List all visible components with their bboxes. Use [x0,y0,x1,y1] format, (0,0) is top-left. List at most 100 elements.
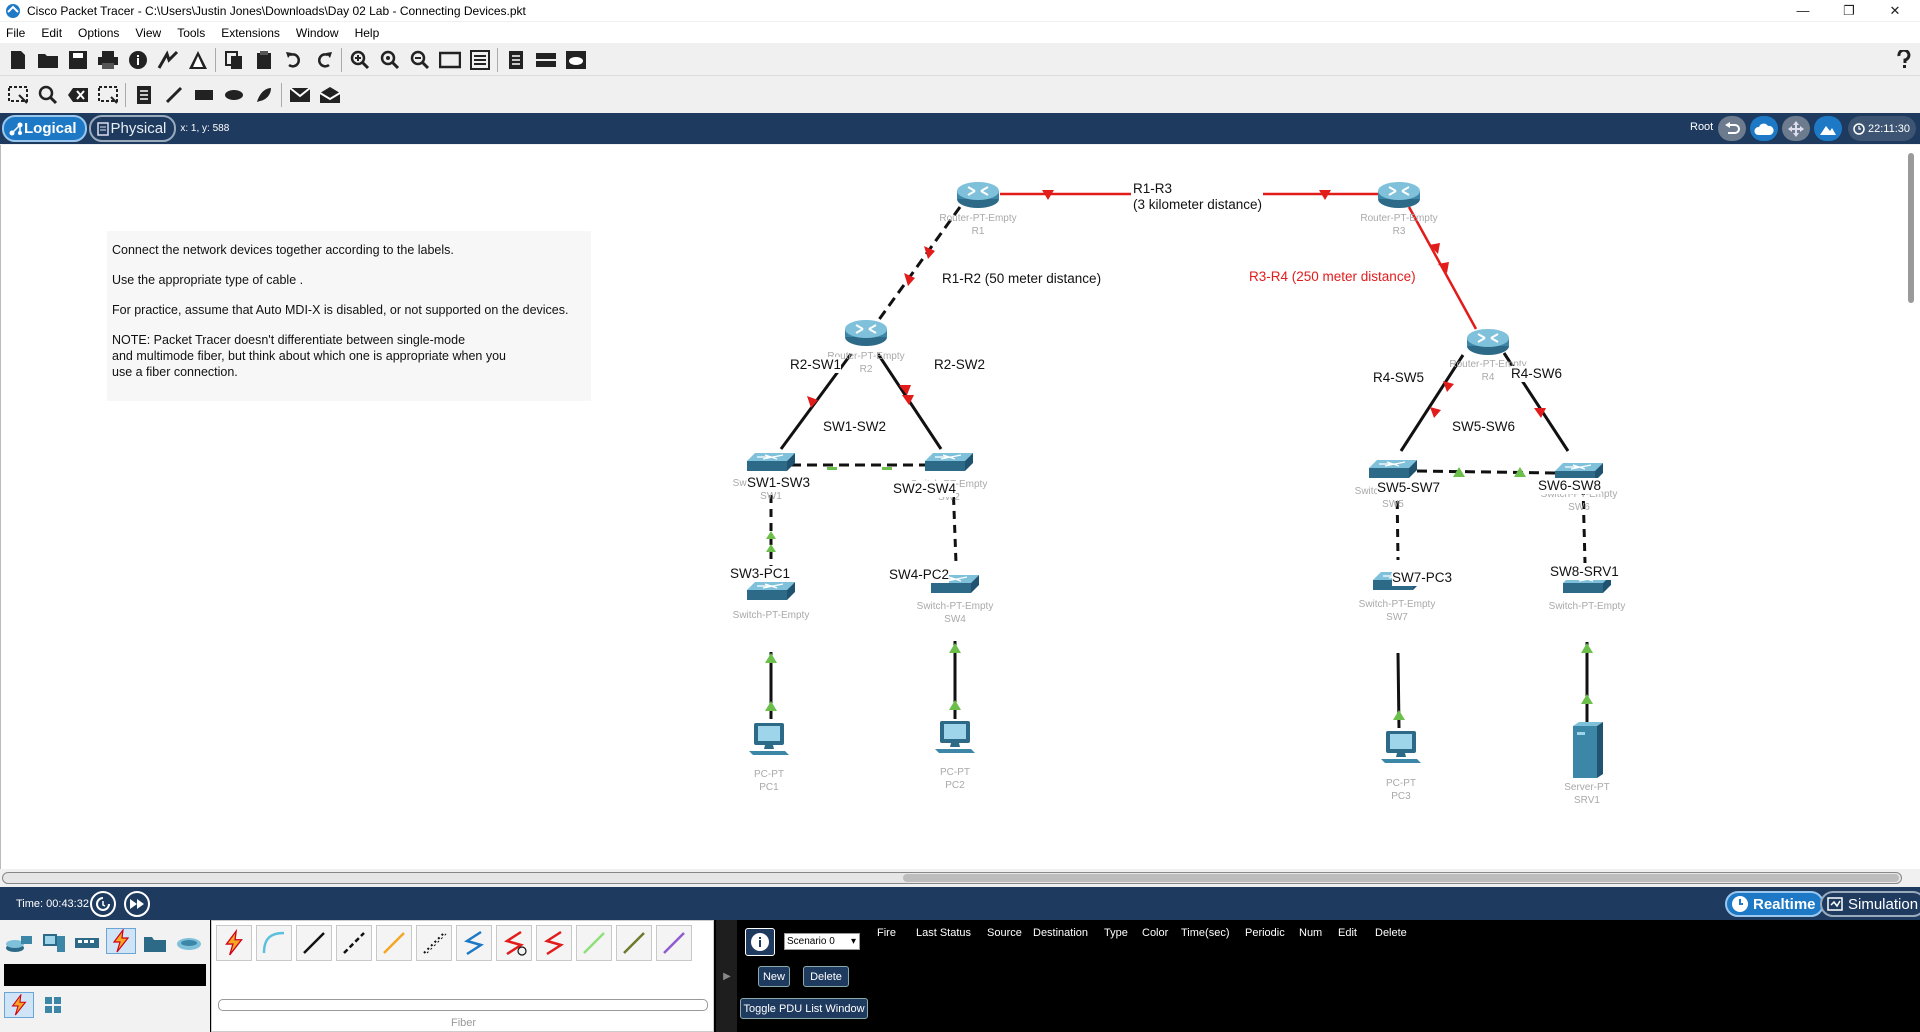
crossover-cable-icon[interactable] [336,925,372,961]
link-label-r2-sw1[interactable]: R2-SW1 [790,357,842,373]
inspect-icon[interactable] [36,83,60,107]
menu-file[interactable]: File [6,26,25,40]
scroll-thumb[interactable] [903,874,1899,882]
cluster-cloud-icon[interactable] [1750,116,1778,141]
close-button[interactable]: ✕ [1872,0,1918,21]
coaxial-cable-icon[interactable] [456,925,492,961]
panel-collapse-handle[interactable]: ▶ [716,920,738,1032]
pdu-col-delete[interactable]: Delete [1375,927,1407,939]
delete-scenario-button[interactable]: Delete [803,966,849,987]
link-label-sw3-pc1[interactable]: SW3-PC1 [730,566,791,582]
network-devices-icon[interactable] [4,930,34,956]
link-label-sw5-sw6[interactable]: SW5-SW6 [1452,419,1516,435]
draw-rectangle-icon[interactable] [192,83,216,107]
maximize-button[interactable]: ❐ [1826,0,1872,21]
link-label-r4-sw5[interactable]: R4-SW5 [1373,370,1425,386]
cloud-window-icon[interactable] [564,48,588,72]
menu-options[interactable]: Options [78,26,119,40]
network-wizard-icon[interactable] [156,48,180,72]
pc-pc1[interactable] [749,723,789,755]
scenario-info-icon[interactable] [745,928,775,956]
scenario-select[interactable]: Scenario 0 ▾ [784,933,860,950]
link-label-r1-r2[interactable]: R1-R2 (50 meter distance) [942,271,1102,287]
link-label-sw2-sw4[interactable]: SW2-SW4 [893,481,957,497]
fiber-cable-icon[interactable] [376,925,412,961]
activity-wizard-icon[interactable] [186,48,210,72]
pdu-col-last-status[interactable]: Last Status [916,927,971,939]
scroll-thumb[interactable] [1908,153,1914,303]
menu-help[interactable]: Help [355,26,380,40]
connections-subcategory-icon[interactable] [4,992,34,1018]
undo-icon[interactable] [282,48,306,72]
print-icon[interactable] [96,48,120,72]
pdu-col-edit[interactable]: Edit [1338,927,1357,939]
miscellaneous-icon[interactable] [140,930,170,956]
connections-icon[interactable] [106,928,136,954]
add-simple-pdu-icon[interactable] [288,83,312,107]
pdu-col-num[interactable]: Num [1299,927,1322,939]
switch-sw1[interactable] [746,452,796,472]
link-label-sw1-sw3[interactable]: SW1-SW3 [747,475,811,491]
link-label-r3-r4[interactable]: R3-R4 (250 meter distance) [1249,269,1416,285]
serial-dce-cable-icon[interactable] [496,925,532,961]
custom-device-dialog-icon[interactable] [468,48,492,72]
zoom-in-icon[interactable] [348,48,372,72]
realtime-mode-button[interactable]: Realtime [1725,891,1824,917]
tab-physical[interactable]: Physical [88,115,177,142]
link-sw5-sw6[interactable] [1416,469,1558,475]
switch-sw5[interactable] [1368,459,1418,479]
freeform-icon[interactable] [252,83,276,107]
place-note-icon[interactable] [132,83,156,107]
menu-extensions[interactable]: Extensions [221,26,280,40]
simulation-mode-button[interactable]: Simulation [1820,891,1920,917]
navigate-back-icon[interactable] [1718,116,1746,141]
multiuser-connection-icon[interactable] [174,930,204,956]
phone-cable-icon[interactable] [416,925,452,961]
draw-line-icon[interactable] [162,83,186,107]
draw-ellipse-icon[interactable] [222,83,246,107]
paste-icon[interactable] [252,48,276,72]
pdu-col-color[interactable]: Color [1142,927,1168,939]
automatic-cable-icon[interactable] [216,925,252,961]
resize-shape-icon[interactable] [96,83,120,107]
pc-pc2[interactable] [935,721,975,753]
pdu-col-fire[interactable]: Fire [877,927,896,939]
select-icon[interactable] [6,83,30,107]
connection-types-scrollbar[interactable] [218,999,708,1011]
link-label-sw6-sw8[interactable]: SW6-SW8 [1538,478,1602,494]
pdu-col-source[interactable]: Source [987,927,1022,939]
straight-through-cable-icon[interactable] [296,925,332,961]
link-label-r2-sw2[interactable]: R2-SW2 [934,357,986,373]
router-r3[interactable] [1377,181,1421,209]
workspace-vertical-scrollbar[interactable] [1906,145,1918,305]
router-r1[interactable] [956,181,1000,209]
fast-forward-time-icon[interactable] [124,891,150,917]
link-label-sw7-pc3[interactable]: SW7-PC3 [1392,570,1453,586]
view-command-log-icon[interactable] [504,48,528,72]
toggle-pdu-list-button[interactable]: Toggle PDU List Window [740,998,868,1019]
new-scenario-button[interactable]: New [758,966,790,987]
end-devices-icon[interactable] [38,930,68,956]
link-label-r4-sw6[interactable]: R4-SW6 [1511,366,1563,382]
menu-edit[interactable]: Edit [41,26,62,40]
menu-window[interactable]: Window [296,26,339,40]
minimize-button[interactable]: — [1780,0,1826,21]
router-r4[interactable] [1466,328,1510,356]
zoom-out-icon[interactable] [408,48,432,72]
info-icon[interactable] [126,48,150,72]
new-file-icon[interactable] [6,48,30,72]
save-icon[interactable] [66,48,90,72]
instructions-note[interactable]: Connect the network devices together acc… [107,231,591,401]
pdu-col-periodic[interactable]: Periodic [1245,927,1285,939]
set-background-icon[interactable] [1814,116,1842,141]
drawing-palette-icon[interactable] [438,48,462,72]
components-icon[interactable] [72,930,102,956]
serial-dte-cable-icon[interactable] [536,925,572,961]
add-complex-pdu-icon[interactable] [318,83,342,107]
logical-workspace[interactable]: Connect the network devices together acc… [0,145,1920,869]
pdu-col-destination[interactable]: Destination [1033,927,1088,939]
pdu-col-time[interactable]: Time(sec) [1181,927,1229,939]
open-folder-icon[interactable] [36,48,60,72]
zoom-reset-icon[interactable] [378,48,402,72]
tab-logical[interactable]: Logical [2,115,87,142]
